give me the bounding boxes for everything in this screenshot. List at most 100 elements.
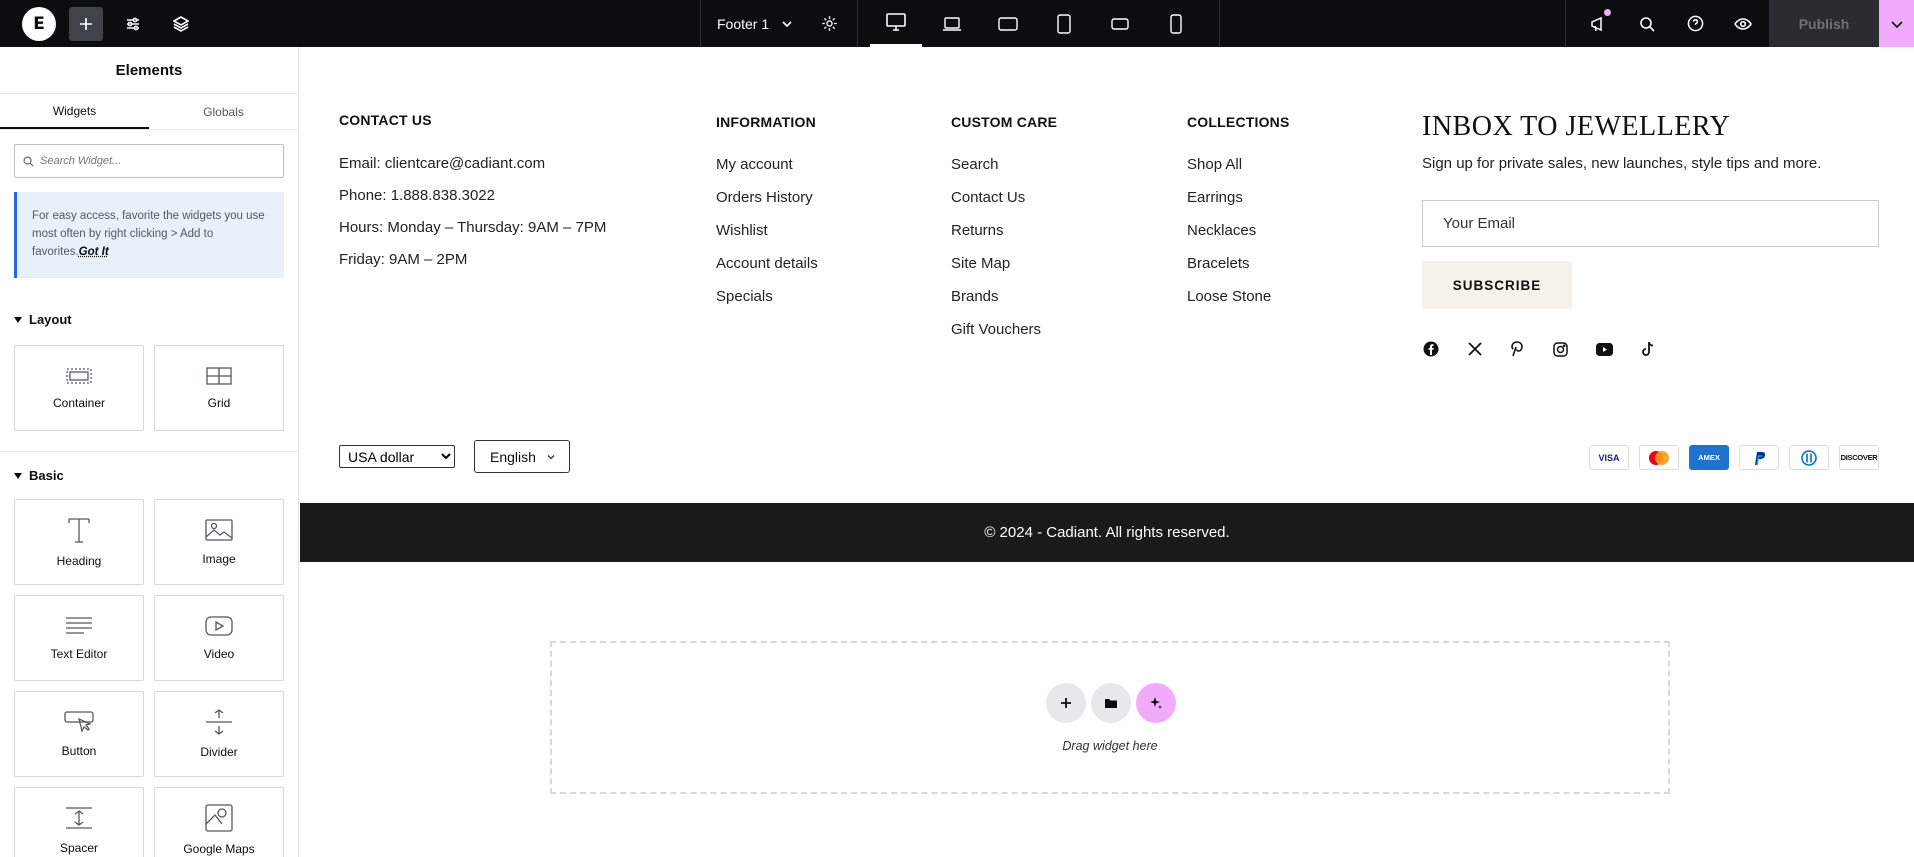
link-earrings[interactable]: Earrings xyxy=(1187,189,1290,206)
link-brands[interactable]: Brands xyxy=(951,288,1057,305)
add-template-button[interactable] xyxy=(1091,683,1131,723)
subscribe-button[interactable]: SUBSCRIBE xyxy=(1422,261,1572,309)
plus-icon xyxy=(1061,698,1071,708)
contact-title: CONTACT US xyxy=(339,112,432,128)
device-laptop[interactable] xyxy=(926,0,978,47)
device-desktop[interactable] xyxy=(870,0,922,47)
chevron-down-icon xyxy=(1890,20,1903,28)
empty-section-dropzone[interactable]: Drag widget here xyxy=(550,641,1670,794)
elementor-logo-button[interactable]: E xyxy=(22,7,56,41)
widget-container[interactable]: Container xyxy=(14,345,144,431)
desktop-icon xyxy=(886,13,906,31)
x-icon[interactable] xyxy=(1466,340,1484,358)
contact-friday-hours: Friday: 9AM – 2PM xyxy=(339,251,468,268)
section-basic-header[interactable]: Basic xyxy=(0,468,298,483)
link-my-account[interactable]: My account xyxy=(716,156,818,173)
widget-heading[interactable]: Heading xyxy=(14,499,144,585)
publish-button[interactable]: Publish xyxy=(1769,0,1879,47)
document-title: Footer 1 xyxy=(717,15,770,32)
link-necklaces[interactable]: Necklaces xyxy=(1187,222,1290,239)
link-returns[interactable]: Returns xyxy=(951,222,1057,239)
copyright-text: © 2024 - Cadiant. All rights reserved. xyxy=(984,524,1230,541)
ai-assistant-button[interactable] xyxy=(1136,683,1176,723)
tiktok-icon[interactable] xyxy=(1639,340,1657,358)
caret-down-icon xyxy=(14,472,22,479)
widget-video[interactable]: Video xyxy=(154,595,284,681)
copyright-bar: © 2024 - Cadiant. All rights reserved. xyxy=(300,503,1914,562)
tip-text: For easy access, favorite the widgets yo… xyxy=(32,210,265,258)
language-label: English xyxy=(490,448,536,465)
dropzone-text: Drag widget here xyxy=(1062,739,1158,753)
site-settings-button[interactable] xyxy=(118,0,148,47)
pinterest-icon[interactable] xyxy=(1508,340,1526,358)
responsive-mode-switcher xyxy=(858,0,1220,47)
structure-button[interactable] xyxy=(166,0,196,47)
add-section-button[interactable] xyxy=(1046,683,1086,723)
editor-canvas: CONTACT US Email: clientcare@cadiant.com… xyxy=(300,47,1914,857)
widget-label: Google Maps xyxy=(183,842,255,856)
divider-icon xyxy=(206,709,232,735)
language-selector[interactable]: English xyxy=(474,440,570,473)
add-element-button[interactable] xyxy=(69,7,103,41)
link-orders-history[interactable]: Orders History xyxy=(716,189,818,206)
widget-search xyxy=(14,144,284,178)
link-bracelets[interactable]: Bracelets xyxy=(1187,255,1290,272)
newsletter-email-field[interactable]: Your Email xyxy=(1422,200,1879,247)
tab-globals[interactable]: Globals xyxy=(149,94,298,129)
device-tablet[interactable] xyxy=(1038,0,1090,47)
instagram-icon[interactable] xyxy=(1551,340,1569,358)
tablet-landscape-icon xyxy=(998,16,1018,31)
newsletter-title: INBOX TO JEWELLERY xyxy=(1422,111,1731,142)
link-account-details[interactable]: Account details xyxy=(716,255,818,272)
link-site-map[interactable]: Site Map xyxy=(951,255,1057,272)
map-icon xyxy=(205,804,233,832)
chevron-down-icon xyxy=(547,454,555,459)
section-layout-header[interactable]: Layout xyxy=(0,312,298,327)
button-icon xyxy=(64,711,94,733)
device-tablet-landscape[interactable] xyxy=(982,0,1034,47)
got-it-link[interactable]: Got It xyxy=(79,246,109,258)
diners-club-icon xyxy=(1789,445,1829,470)
search-icon xyxy=(23,155,34,167)
tab-widgets[interactable]: Widgets xyxy=(0,94,149,129)
search-widget-input[interactable] xyxy=(40,155,260,167)
link-loose-stone[interactable]: Loose Stone xyxy=(1187,288,1290,305)
widget-spacer[interactable]: Spacer xyxy=(14,787,144,857)
youtube-icon[interactable] xyxy=(1595,340,1613,358)
link-specials[interactable]: Specials xyxy=(716,288,818,305)
widget-image[interactable]: Image xyxy=(154,499,284,585)
device-mobile-landscape[interactable] xyxy=(1094,0,1146,47)
document-title-dropdown[interactable]: Footer 1 xyxy=(700,0,858,47)
footer-information-column: INFORMATION My account Orders History Wi… xyxy=(716,114,818,305)
link-shop-all[interactable]: Shop All xyxy=(1187,156,1290,173)
help-button[interactable] xyxy=(1680,0,1710,47)
footer-custom-care-column: CUSTOM CARE Search Contact Us Returns Si… xyxy=(951,114,1057,338)
right-toolbar xyxy=(1565,0,1769,47)
preview-button[interactable] xyxy=(1728,0,1758,47)
link-search[interactable]: Search xyxy=(951,156,1057,173)
widget-text-editor[interactable]: Text Editor xyxy=(14,595,144,681)
container-icon xyxy=(66,368,92,384)
widget-google-maps[interactable]: Google Maps xyxy=(154,787,284,857)
link-contact-us[interactable]: Contact Us xyxy=(951,189,1057,206)
currency-select[interactable]: USA dollar xyxy=(339,445,455,468)
chevron-down-icon xyxy=(782,20,792,27)
newsletter-subtitle: Sign up for private sales, new launches,… xyxy=(1422,155,1822,172)
widget-grid[interactable]: Grid xyxy=(154,345,284,431)
favorites-tip: For easy access, favorite the widgets yo… xyxy=(14,192,284,278)
publish-options-button[interactable] xyxy=(1879,0,1914,47)
eye-icon xyxy=(1734,17,1752,30)
gear-icon[interactable] xyxy=(821,15,838,32)
visa-icon: VISA xyxy=(1589,445,1629,470)
whats-new-button[interactable] xyxy=(1584,0,1614,47)
facebook-icon[interactable] xyxy=(1422,340,1440,358)
link-wishlist[interactable]: Wishlist xyxy=(716,222,818,239)
notification-dot xyxy=(1604,9,1611,16)
widget-button[interactable]: Button xyxy=(14,691,144,777)
search-button[interactable] xyxy=(1632,0,1662,47)
elements-panel: Elements Widgets Globals For easy access… xyxy=(0,47,299,857)
widget-divider[interactable]: Divider xyxy=(154,691,284,777)
link-gift-vouchers[interactable]: Gift Vouchers xyxy=(951,321,1057,338)
mobile-landscape-icon xyxy=(1111,17,1129,30)
device-mobile[interactable] xyxy=(1150,0,1202,47)
